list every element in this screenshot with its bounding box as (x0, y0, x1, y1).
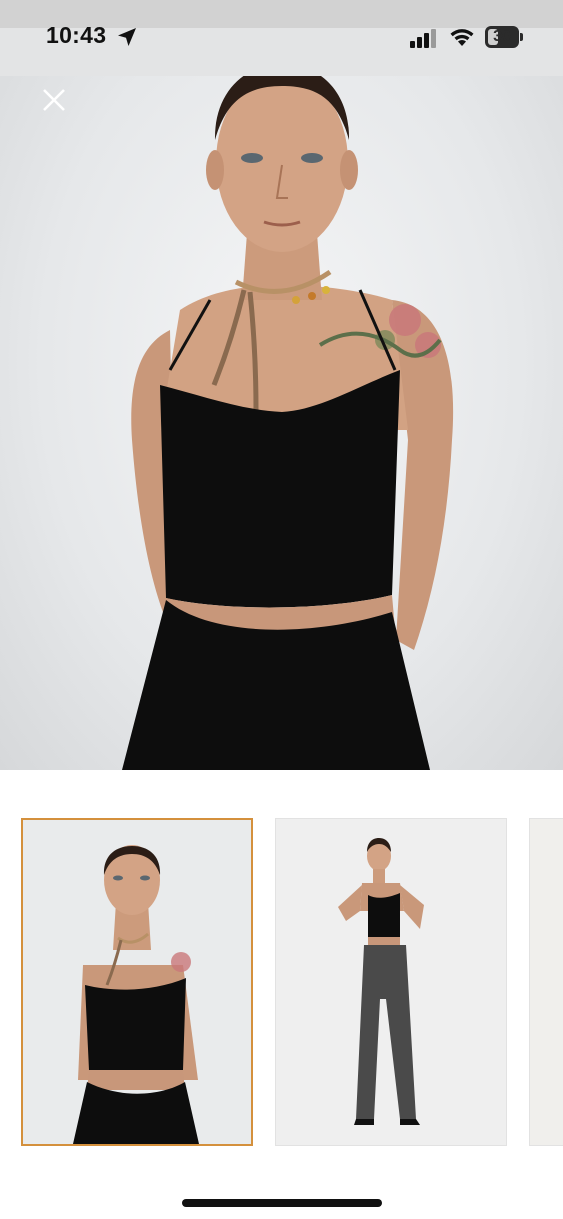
thumbnail-1-selected[interactable] (21, 818, 253, 1146)
thumbnail-3-image (530, 819, 563, 1145)
model-illustration (122, 64, 454, 770)
battery-percentage: 30 (493, 28, 511, 45)
thumbnail-3-partial[interactable] (529, 818, 563, 1146)
battery-cap (520, 33, 523, 41)
cellular-signal-icon (410, 29, 436, 48)
thumbnail-2-image (276, 819, 506, 1145)
location-arrow-icon (118, 28, 136, 46)
battery-icon: 30 (485, 26, 519, 48)
thumbnail-1-image (23, 820, 251, 1144)
status-time: 10:43 (46, 22, 107, 48)
main-product-photo[interactable] (0, 28, 563, 770)
wifi-icon (450, 29, 474, 46)
home-indicator[interactable] (182, 1199, 382, 1207)
thumbnail-carousel[interactable] (0, 818, 563, 1150)
product-image-viewer: 10:43 30 (0, 0, 563, 1219)
thumbnail-2[interactable] (275, 818, 507, 1146)
close-icon[interactable] (36, 82, 72, 118)
status-bar: 10:43 30 (0, 0, 563, 76)
